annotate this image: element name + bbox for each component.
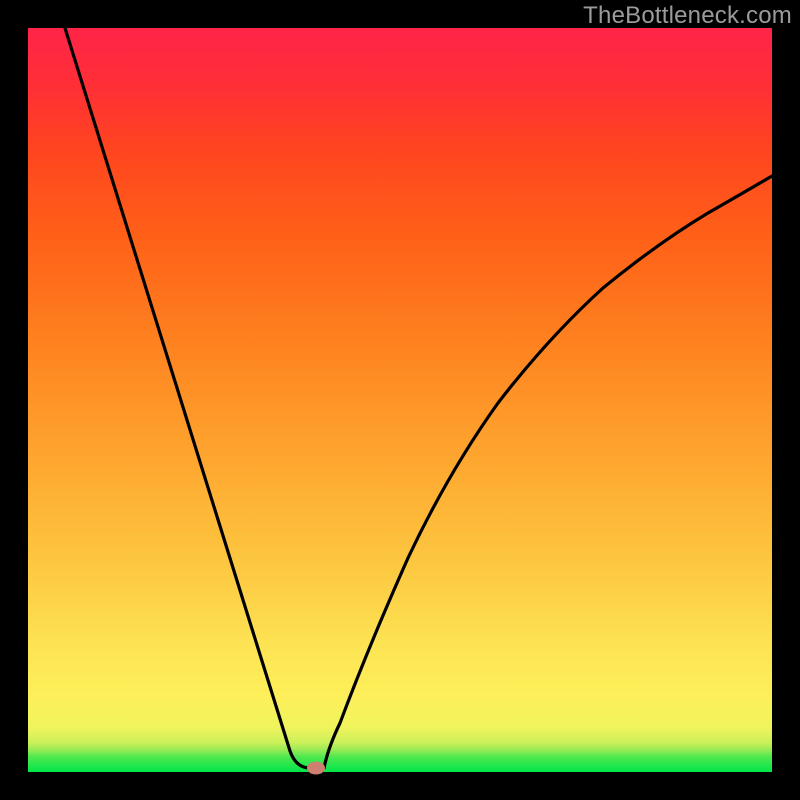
- optimum-marker: [307, 762, 325, 775]
- bottleneck-curve: [28, 28, 772, 772]
- chart-frame: TheBottleneck.com: [0, 0, 800, 800]
- plot-area: [28, 28, 772, 772]
- watermark-text: TheBottleneck.com: [583, 2, 792, 30]
